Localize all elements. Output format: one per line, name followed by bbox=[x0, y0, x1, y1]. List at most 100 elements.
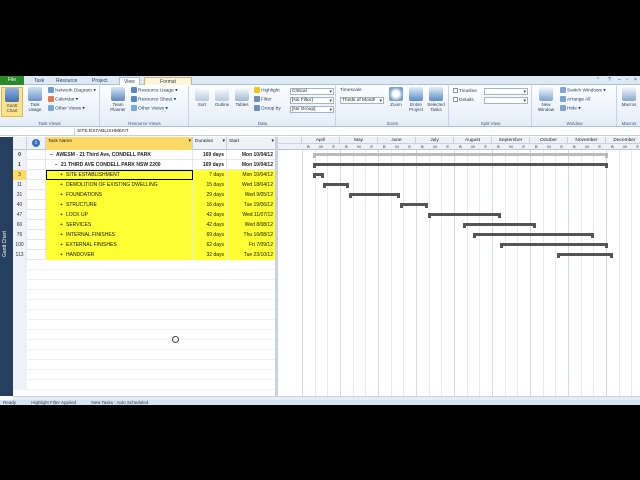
empty-row[interactable] bbox=[13, 360, 275, 370]
duration-cell[interactable]: 169 days bbox=[193, 160, 227, 170]
table-row[interactable]: 11 + DEMOLITION OF EXISTING DWELLING 15 day… bbox=[13, 180, 275, 190]
start-cell[interactable]: Mon 10/04/12 bbox=[227, 160, 275, 170]
empty-row[interactable] bbox=[13, 330, 275, 340]
other-task-views-button[interactable]: Other Views ▾ bbox=[48, 105, 85, 113]
row-id-cell[interactable]: 11 bbox=[13, 180, 27, 190]
tab-resource[interactable]: Resource bbox=[52, 77, 81, 85]
gantt-summary-bar[interactable] bbox=[500, 243, 609, 248]
task-name-cell[interactable]: + FOUNDATIONS bbox=[46, 190, 193, 200]
switch-windows-button[interactable]: Switch Windows ▾ bbox=[560, 87, 606, 95]
task-name-cell[interactable]: + EXTERNAL FINISHES bbox=[46, 240, 193, 250]
start-cell[interactable]: Wed 11/07/12 bbox=[227, 210, 275, 220]
chevron-down-icon[interactable]: ▾ bbox=[222, 138, 225, 145]
duration-cell[interactable]: 69 days bbox=[193, 230, 227, 240]
row-id-cell[interactable]: 40 bbox=[13, 200, 27, 210]
gantt-summary-bar[interactable] bbox=[400, 203, 429, 208]
selected-tasks-button[interactable]: Selected Tasks bbox=[425, 87, 447, 112]
start-cell[interactable]: Fri 7/09/12 bbox=[227, 240, 275, 250]
tab-view[interactable]: View bbox=[119, 77, 140, 85]
start-cell[interactable]: Tue 23/10/12 bbox=[227, 250, 275, 260]
indicators-header[interactable]: i bbox=[27, 137, 46, 150]
filter-select[interactable]: [No Filter] bbox=[290, 97, 334, 104]
timeline-select[interactable] bbox=[484, 88, 528, 95]
duration-cell[interactable]: 42 days bbox=[193, 220, 227, 230]
close-icon[interactable]: × bbox=[634, 77, 637, 83]
gantt-summary-bar[interactable] bbox=[462, 223, 537, 228]
highlight-select[interactable]: Critical bbox=[290, 88, 334, 95]
gantt-summary-bar[interactable] bbox=[472, 233, 594, 238]
tables-button[interactable]: Tables bbox=[231, 87, 253, 107]
zoom-button[interactable]: Zoom bbox=[385, 87, 407, 107]
gantt-summary-bar[interactable] bbox=[349, 193, 401, 198]
details-select[interactable] bbox=[484, 97, 528, 104]
empty-row[interactable] bbox=[13, 260, 275, 270]
gantt-summary-bar[interactable] bbox=[313, 173, 325, 178]
duration-cell[interactable]: 169 days bbox=[193, 150, 227, 160]
table-row[interactable]: 113 + HANDOVER 32 days Tue 23/10/12 bbox=[13, 250, 275, 260]
empty-row[interactable] bbox=[13, 310, 275, 320]
table-row[interactable]: 3 + SITE ESTABLISHMENT 7 days Mon 10/04/12 bbox=[13, 170, 275, 180]
table-row[interactable]: 31 + FOUNDATIONS 29 days Wed 9/05/12 bbox=[13, 190, 275, 200]
minimize-icon[interactable]: – bbox=[618, 77, 621, 83]
duration-cell[interactable]: 7 days bbox=[193, 170, 227, 180]
entire-project-button[interactable]: Entire Project bbox=[405, 87, 427, 112]
table-row[interactable]: 40 + STRUCTURE 16 days Tue 19/06/12 bbox=[13, 200, 275, 210]
calendar-button[interactable]: Calendar ▾ bbox=[48, 96, 78, 104]
start-cell[interactable]: Wed 9/05/12 bbox=[227, 190, 275, 200]
duration-cell[interactable]: 15 days bbox=[193, 180, 227, 190]
gantt-summary-bar[interactable] bbox=[427, 213, 502, 218]
other-resource-views-button[interactable]: Other Views ▾ bbox=[131, 105, 168, 113]
start-cell[interactable]: Wed 18/04/12 bbox=[227, 180, 275, 190]
empty-row[interactable] bbox=[13, 320, 275, 330]
details-checkbox[interactable]: Details bbox=[453, 97, 474, 103]
empty-row[interactable] bbox=[13, 290, 275, 300]
empty-row[interactable] bbox=[13, 270, 275, 280]
gantt-summary-bar[interactable] bbox=[313, 163, 609, 168]
task-name-cell[interactable]: + SITE ESTABLISHMENT bbox=[46, 170, 193, 180]
table-row[interactable]: 0 − AWESM - 21 Third Ave, CONDELL PARK 169 … bbox=[13, 150, 275, 160]
duration-cell[interactable]: 62 days bbox=[193, 240, 227, 250]
empty-row[interactable] bbox=[13, 380, 275, 390]
task-name-cell[interactable]: −21 THIRD AVE CONDELL PARK NSW 2200 bbox=[46, 160, 193, 170]
task-name-cell[interactable]: + DEMOLITION OF EXISTING DWELLING bbox=[46, 180, 193, 190]
gantt-chart-button[interactable]: Gantt Chart bbox=[1, 87, 23, 117]
restore-icon[interactable]: ▫ bbox=[626, 77, 628, 83]
task-name-cell[interactable]: + LOCK UP bbox=[46, 210, 193, 220]
gantt-summary-bar[interactable] bbox=[313, 153, 609, 158]
tab-format[interactable]: Format bbox=[144, 77, 192, 85]
tab-task[interactable]: Task bbox=[30, 77, 48, 85]
table-row[interactable]: 60 + SERVICES 42 days Wed 8/08/12 bbox=[13, 220, 275, 230]
row-id-cell[interactable]: 100 bbox=[13, 240, 27, 250]
outline-button[interactable]: Outline bbox=[211, 87, 233, 107]
empty-row[interactable] bbox=[13, 280, 275, 290]
table-row[interactable]: 76 + INTERNAL FINISHES 69 days Thu 16/08/12 bbox=[13, 230, 275, 240]
minimize-ribbon-icon[interactable]: ⌃ bbox=[596, 77, 600, 83]
empty-row[interactable] bbox=[13, 370, 275, 380]
duration-cell[interactable]: 42 days bbox=[193, 210, 227, 220]
task-usage-button[interactable]: Task Usage bbox=[24, 87, 46, 112]
empty-row[interactable] bbox=[13, 300, 275, 310]
tab-project[interactable]: Project bbox=[88, 77, 112, 85]
view-bar[interactable]: Gantt Chart bbox=[0, 137, 13, 396]
task-name-cell[interactable]: + INTERNAL FINISHES bbox=[46, 230, 193, 240]
start-cell[interactable]: Mon 10/04/12 bbox=[227, 150, 275, 160]
help-icon[interactable]: ? bbox=[608, 77, 611, 83]
hide-button[interactable]: Hide ▾ bbox=[560, 105, 581, 113]
row-id-cell[interactable]: 113 bbox=[13, 250, 27, 260]
row-id-cell[interactable]: 31 bbox=[13, 190, 27, 200]
duration-cell[interactable]: 16 days bbox=[193, 200, 227, 210]
table-row[interactable]: 100 + EXTERNAL FINISHES 62 days Fri 7/09/12 bbox=[13, 240, 275, 250]
status-new-tasks[interactable]: New Tasks : Auto Scheduled bbox=[91, 400, 148, 405]
network-diagram-button[interactable]: Network Diagram ▾ bbox=[48, 87, 96, 95]
table-row[interactable]: 1 −21 THIRD AVE CONDELL PARK NSW 2200 169 … bbox=[13, 160, 275, 170]
task-name-header[interactable]: Task Name ▾ bbox=[46, 137, 193, 150]
timeline-checkbox[interactable]: Timeline bbox=[453, 88, 477, 94]
start-cell[interactable]: Wed 8/08/12 bbox=[227, 220, 275, 230]
entry-field[interactable]: SITE ESTABLISHMENT bbox=[74, 128, 194, 135]
row-id-cell[interactable]: 3 bbox=[13, 170, 27, 180]
highlight-button[interactable]: Highlight bbox=[254, 87, 280, 95]
new-window-button[interactable]: New Window bbox=[535, 87, 557, 112]
gantt-summary-bar[interactable] bbox=[557, 253, 614, 258]
duration-cell[interactable]: 29 days bbox=[193, 190, 227, 200]
row-id-cell[interactable]: 76 bbox=[13, 230, 27, 240]
